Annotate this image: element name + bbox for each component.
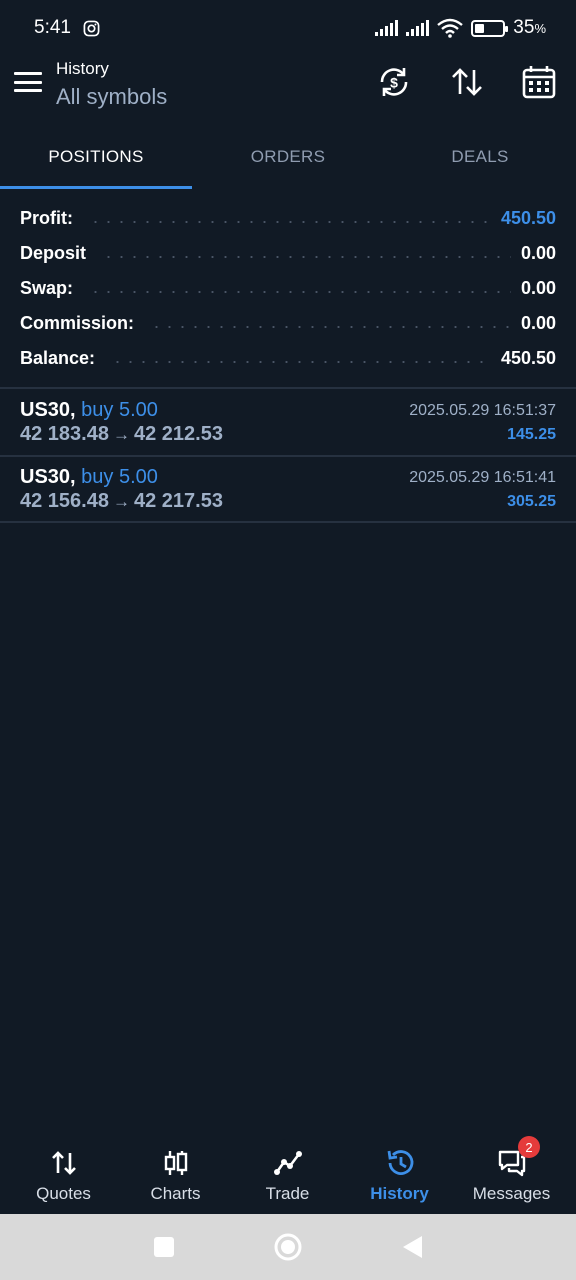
trade-icon bbox=[273, 1151, 302, 1175]
sort-icon[interactable] bbox=[449, 64, 485, 100]
close-price: 42 212.53 bbox=[133, 423, 223, 445]
nav-label: Messages bbox=[472, 1184, 551, 1203]
position-symbol: US30, buy 5.00 bbox=[20, 466, 158, 489]
circle-icon bbox=[274, 1233, 302, 1261]
svg-text:$: $ bbox=[390, 75, 398, 91]
summary-row-commission: Commission: 0.00 bbox=[0, 306, 576, 341]
summary-label: Balance: bbox=[20, 348, 96, 368]
app-bar: History All symbols $ bbox=[0, 56, 576, 128]
divider bbox=[0, 521, 576, 523]
nav-history[interactable]: History bbox=[342, 1140, 457, 1214]
summary-row-deposit: Deposit 0.00 bbox=[0, 236, 576, 271]
status-left: 5:41 bbox=[34, 17, 100, 39]
recents-button[interactable] bbox=[134, 1214, 194, 1280]
position-time: 2025.05.29 16:51:41 bbox=[409, 469, 556, 486]
instagram-icon bbox=[83, 20, 100, 36]
close-price: 42 217.53 bbox=[133, 490, 223, 512]
dotted-leader bbox=[102, 255, 511, 258]
position-time: 2025.05.29 16:51:37 bbox=[409, 402, 556, 419]
summary-label: Swap: bbox=[20, 278, 74, 298]
quotes-icon bbox=[51, 1151, 76, 1175]
nav-messages[interactable]: 2 Messages bbox=[454, 1136, 569, 1214]
system-nav-bar bbox=[0, 1214, 576, 1280]
tab-positions[interactable]: POSITIONS bbox=[0, 128, 192, 186]
summary-panel: Profit: 450.50 Deposit 0.00 Swap: 0.00 C… bbox=[0, 201, 576, 376]
dotted-leader bbox=[111, 360, 491, 363]
nav-label: History bbox=[370, 1184, 429, 1203]
triangle-back-icon bbox=[403, 1236, 422, 1258]
back-button[interactable] bbox=[382, 1214, 442, 1280]
wifi-icon bbox=[437, 18, 464, 38]
nav-quotes[interactable]: Quotes bbox=[6, 1140, 121, 1214]
battery-percent: 35% bbox=[513, 17, 546, 39]
page-title: History bbox=[56, 59, 109, 78]
battery-fill bbox=[475, 23, 485, 33]
battery-icon bbox=[471, 19, 509, 37]
dotted-leader bbox=[89, 220, 491, 223]
summary-row-balance: Balance: 450.50 bbox=[0, 341, 576, 376]
status-bar: 5:41 35% bbox=[0, 0, 576, 56]
tab-indicator bbox=[0, 186, 192, 189]
summary-label: Commission: bbox=[20, 313, 135, 333]
dotted-leader bbox=[150, 325, 511, 328]
signal-icon bbox=[375, 20, 399, 36]
open-price: 42 156.48 bbox=[20, 490, 109, 512]
list-item[interactable]: US30, buy 5.00 42 183.48 → 42 212.53 2025.… bbox=[0, 389, 576, 455]
title-block[interactable]: History All symbols bbox=[56, 58, 167, 112]
summary-value: 0.00 bbox=[520, 278, 556, 298]
square-icon bbox=[154, 1237, 174, 1257]
notification-badge: 2 bbox=[518, 1136, 540, 1158]
summary-value: 0.00 bbox=[520, 243, 556, 263]
nav-label: Trade bbox=[265, 1184, 310, 1203]
summary-value: 450.50 bbox=[500, 208, 556, 228]
summary-value: 450.50 bbox=[500, 348, 556, 368]
charts-icon bbox=[164, 1151, 187, 1175]
status-time: 5:41 bbox=[34, 17, 71, 38]
currency-refresh-icon[interactable]: $ bbox=[376, 64, 412, 100]
nav-trade[interactable]: Trade bbox=[230, 1140, 345, 1214]
bottom-nav: Quotes Charts Trade History 2 Messages bbox=[0, 1136, 576, 1214]
summary-value: 0.00 bbox=[520, 313, 556, 333]
position-symbol: US30, buy 5.00 bbox=[20, 399, 158, 422]
nav-label: Quotes bbox=[36, 1184, 91, 1203]
summary-label: Deposit bbox=[20, 243, 87, 263]
battery-percent-value: 35 bbox=[513, 17, 535, 38]
arrow-right-icon: → bbox=[112, 425, 130, 444]
status-right: 35% bbox=[375, 17, 546, 39]
tab-deals[interactable]: DEALS bbox=[384, 128, 576, 186]
signal-icon-2 bbox=[406, 20, 430, 36]
home-button[interactable] bbox=[258, 1214, 318, 1280]
nav-label: Charts bbox=[150, 1184, 201, 1203]
summary-row-swap: Swap: 0.00 bbox=[0, 271, 576, 306]
symbol-filter[interactable]: All symbols bbox=[56, 82, 167, 112]
list-item[interactable]: US30, buy 5.00 42 156.48 → 42 217.53 2025.… bbox=[0, 456, 576, 522]
position-prices: 42 183.48 → 42 212.53 bbox=[20, 423, 223, 446]
dotted-leader bbox=[89, 290, 511, 293]
tab-bar: POSITIONS ORDERS DEALS bbox=[0, 128, 576, 189]
history-icon bbox=[387, 1150, 413, 1175]
summary-row-profit: Profit: 450.50 bbox=[0, 201, 576, 236]
summary-label: Profit: bbox=[20, 208, 73, 228]
open-price: 42 183.48 bbox=[20, 423, 109, 445]
arrow-right-icon: → bbox=[112, 492, 130, 511]
nav-charts[interactable]: Charts bbox=[118, 1140, 233, 1214]
position-prices: 42 156.48 → 42 217.53 bbox=[20, 490, 223, 513]
position-side: buy 5.00 bbox=[81, 399, 158, 421]
symbol-name: US30, bbox=[20, 399, 76, 421]
menu-button[interactable] bbox=[14, 70, 42, 94]
calendar-icon[interactable] bbox=[521, 64, 557, 100]
position-side: buy 5.00 bbox=[81, 466, 158, 488]
battery-percent-unit: % bbox=[534, 21, 546, 36]
position-profit: 305.25 bbox=[507, 493, 556, 510]
tab-orders[interactable]: ORDERS bbox=[192, 128, 384, 186]
symbol-name: US30, bbox=[20, 466, 76, 488]
position-profit: 145.25 bbox=[507, 426, 556, 443]
